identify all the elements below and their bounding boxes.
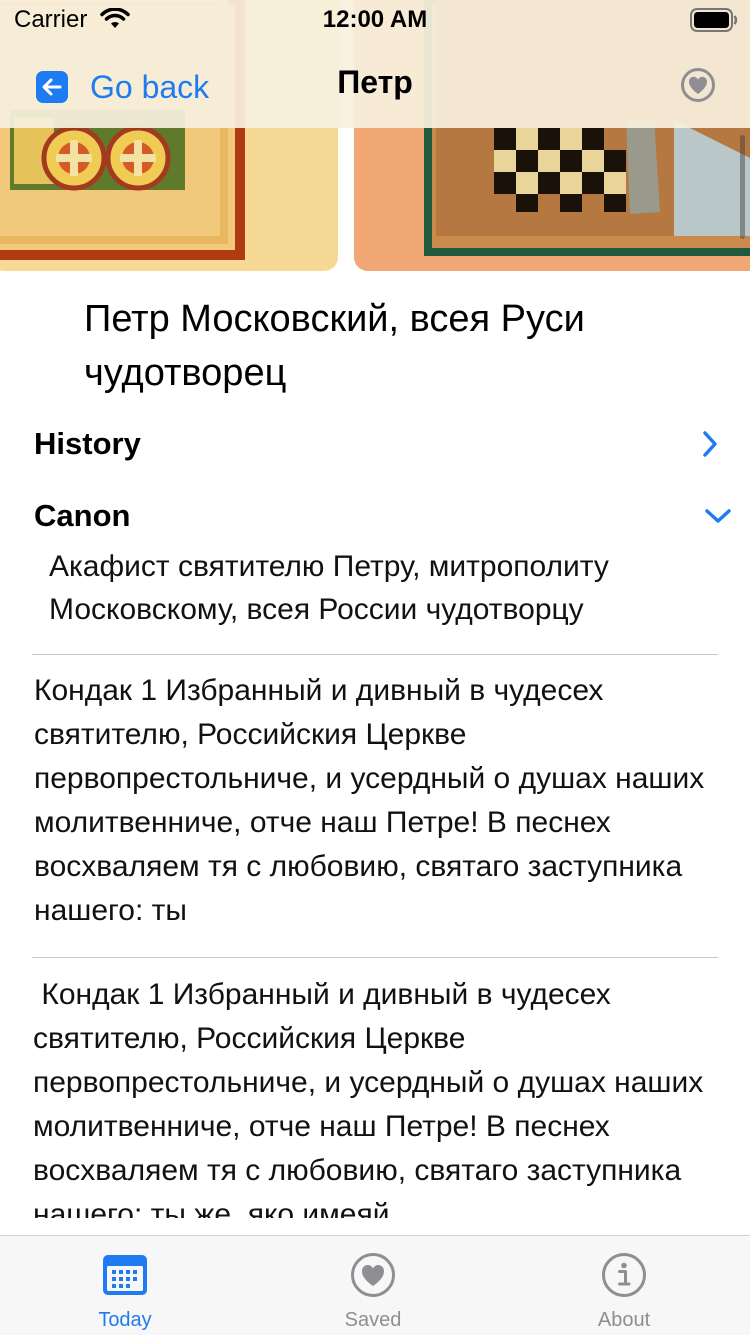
section-history-label: History: [34, 426, 141, 461]
canon-paragraph: Кондак 1 Избранный и дивный в чудесех св…: [33, 978, 712, 1218]
section-canon[interactable]: Canon: [34, 494, 731, 538]
favorite-button[interactable]: [680, 67, 716, 108]
divider: [32, 957, 718, 958]
tab-today-label: Today: [98, 1309, 152, 1331]
chevron-down-icon: [705, 509, 731, 523]
tab-about[interactable]: About: [499, 1236, 749, 1335]
tab-bar: Today Saved About: [0, 1235, 750, 1335]
battery-icon: [690, 8, 738, 32]
heart-circle-icon: [351, 1253, 395, 1297]
status-bar: Carrier 12:00 AM: [0, 0, 750, 40]
tab-about-label: About: [597, 1309, 651, 1331]
heart-circle-icon: [681, 68, 715, 102]
scroll-indicator: [740, 135, 745, 239]
canon-paragraph: Кондак 1 Избранный и дивный в чудесех св…: [34, 674, 705, 927]
section-canon-label: Canon: [34, 498, 131, 533]
tab-saved-label: Saved: [344, 1309, 402, 1331]
divider: [32, 654, 718, 655]
section-history[interactable]: History: [34, 422, 724, 466]
info-circle-icon: [602, 1253, 646, 1297]
calendar-icon: [103, 1255, 147, 1295]
navigation-bar: Carrier 12:00 AM Go back Петр: [0, 0, 750, 128]
page-title: Петр: [337, 64, 413, 100]
tab-today[interactable]: Today: [0, 1236, 250, 1335]
canon-title: Акафист святителю Петру, митрополиту Мос…: [49, 550, 609, 626]
chevron-right-icon: [703, 431, 717, 457]
tab-saved[interactable]: Saved: [248, 1236, 498, 1335]
saint-name: Петр Московский, всея Руси чудотворец: [84, 298, 585, 394]
status-time: 12:00 AM: [322, 6, 428, 33]
